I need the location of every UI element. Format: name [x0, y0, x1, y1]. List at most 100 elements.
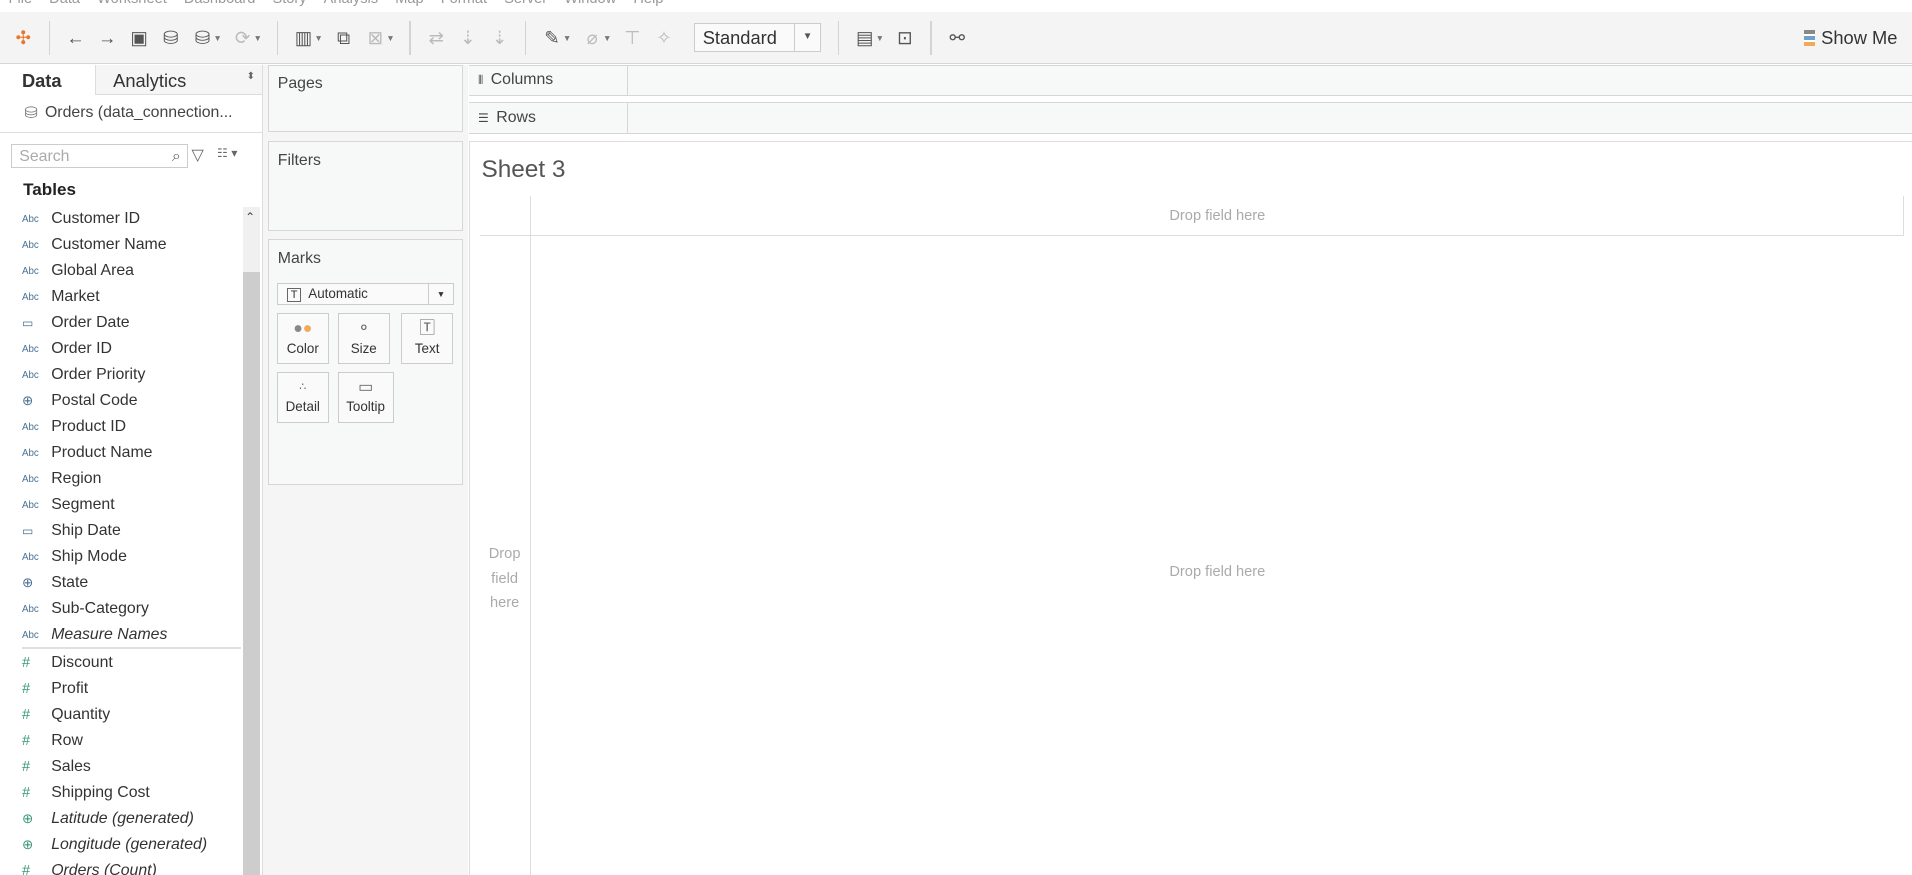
field-item[interactable]: Abc Measure Names [22, 623, 241, 647]
labels-icon[interactable]: ⊤ [616, 22, 648, 54]
field-item[interactable]: # Sales [22, 755, 241, 779]
updown-icon: ⬍ [246, 70, 255, 82]
scroll-up-icon[interactable]: ⌃ [245, 210, 255, 224]
text-button[interactable]: 🅃 Text [400, 313, 454, 365]
mark-type-dropdown[interactable]: T Automatic ▼ [276, 282, 455, 306]
abc-icon: Abc [21, 213, 39, 225]
field-item[interactable]: Abc Customer Name [22, 233, 241, 257]
field-item[interactable]: ⊕ Longitude (generated) [22, 833, 241, 857]
field-item[interactable]: Abc Region [22, 467, 241, 491]
scrollbar-thumb[interactable] [242, 271, 260, 875]
search-placeholder: Search [19, 147, 70, 165]
data-source[interactable]: ⛁ Orders (data_connection... [0, 95, 263, 133]
field-name: Latitude (generated) [51, 810, 194, 828]
columns-shelf[interactable]: ⦀ Columns [469, 64, 1912, 96]
field-item[interactable]: # Quantity [22, 703, 241, 727]
field-item[interactable]: # Row [22, 729, 241, 753]
menu-map[interactable]: Map [395, 0, 423, 12]
save-icon[interactable]: ▣ [123, 22, 155, 54]
menu-file[interactable]: File [9, 0, 33, 12]
field-item[interactable]: ⊕ Latitude (generated) [22, 807, 241, 831]
field-name: Measure Names [51, 626, 168, 644]
rows-shelf[interactable]: ☰ Rows [469, 102, 1912, 134]
search-input[interactable]: Search ⌕ [10, 143, 188, 169]
new-data-source-icon[interactable]: ⛁ [155, 22, 187, 54]
tab-analytics[interactable]: Analytics ⬍ [95, 64, 263, 96]
size-button[interactable]: ⚬ Size [337, 313, 390, 365]
show-me-button[interactable]: Show Me [1804, 12, 1897, 63]
field-name: Region [51, 470, 102, 488]
field-item[interactable]: Abc Order Priority [22, 363, 241, 387]
share-icon[interactable]: ⚯ [941, 22, 973, 54]
field-item[interactable]: Abc Sub-Category [22, 597, 241, 621]
filters-card[interactable]: Filters [268, 141, 463, 232]
field-item[interactable]: # Orders (Count) [22, 859, 241, 875]
database-icon: ⛁ [24, 105, 38, 123]
field-item[interactable]: Abc Order ID [22, 337, 241, 361]
pin-icon[interactable]: ✧ [648, 22, 680, 54]
abc-icon: Abc [21, 239, 39, 251]
text-label: Text [414, 340, 440, 356]
field-name: Profit [51, 680, 89, 698]
field-name: Sales [51, 758, 91, 776]
show-me-icon [1804, 29, 1816, 46]
field-item[interactable]: Abc Customer ID [22, 207, 241, 231]
color-button[interactable]: ●● Color [276, 313, 329, 365]
field-item[interactable]: Abc Market [22, 285, 241, 309]
menu-analysis[interactable]: Analysis [324, 0, 378, 12]
menu-dashboard[interactable]: Dashboard [184, 0, 256, 12]
sort-ascending-icon[interactable]: ⇣ [452, 22, 484, 54]
field-item[interactable]: Abc Ship Mode [22, 545, 241, 569]
date-icon: ▭ [21, 524, 34, 539]
tooltip-button[interactable]: ▭ Tooltip [337, 371, 394, 423]
scrollbar[interactable]: ⌃ [242, 207, 260, 875]
rows-drop-zone[interactable]: Drop field here [480, 542, 529, 615]
toolbar: ✣ ← → ▣ ⛁ ⛁ ▼ ⟳ ▼ ▥ ▼ ⧉ ⊠ ▼ ⇄ ⇣ ⇣ ✎ ▼ ⌀ ▼ ⊤ ✧ … [0, 12, 1912, 65]
undo-icon[interactable]: ← [60, 22, 92, 54]
menu-format[interactable]: Format [441, 0, 487, 12]
filter-icon[interactable]: ▽ [191, 145, 203, 165]
menu-story[interactable]: Story [272, 0, 306, 12]
filters-title: Filters [277, 152, 321, 170]
tab-data[interactable]: Data [0, 65, 95, 95]
fit-dropdown[interactable]: Standard ▼ [694, 23, 821, 53]
sort-descending-icon[interactable]: ⇣ [484, 22, 516, 54]
number-icon: # [21, 655, 31, 672]
tooltip-label: Tooltip [346, 399, 385, 415]
tableau-window: File Data Worksheet Dashboard Story Analysis M… [0, 0, 1912, 875]
detail-button[interactable]: ∴ Detail [276, 371, 329, 423]
field-item[interactable]: Abc Product Name [22, 441, 241, 465]
field-name: Ship Mode [51, 548, 127, 566]
redo-icon[interactable]: → [91, 22, 123, 54]
menu-window[interactable]: Window [564, 0, 616, 12]
menu-worksheet[interactable]: Worksheet [97, 0, 167, 12]
field-item[interactable]: Abc Global Area [22, 259, 241, 283]
presentation-mode-icon[interactable]: ⊡ [889, 22, 921, 54]
field-item[interactable]: # Profit [22, 677, 241, 701]
menu-bar: File Data Worksheet Dashboard Story Analysis M… [0, 0, 1912, 13]
swap-icon[interactable]: ⇄ [420, 22, 452, 54]
menu-data[interactable]: Data [49, 0, 80, 12]
field-item[interactable]: Abc Segment [22, 493, 241, 517]
detail-icon: ∴ [299, 380, 307, 393]
field-item[interactable]: Abc Product ID [22, 415, 241, 439]
abc-icon: Abc [21, 629, 39, 641]
view-drop-zone[interactable]: Drop field here [531, 564, 1903, 580]
view-options-icon[interactable]: ☷ ▾ [217, 146, 237, 160]
field-item[interactable]: # Discount [22, 651, 241, 675]
field-item[interactable]: ▭ Ship Date [22, 519, 241, 543]
duplicate-sheet-icon[interactable]: ⧉ [328, 22, 360, 54]
sheet-title[interactable]: Sheet 3 [481, 156, 565, 184]
field-name: Customer Name [51, 236, 167, 254]
field-item[interactable]: ⊕ Postal Code [22, 389, 241, 413]
menu-help[interactable]: Help [633, 0, 663, 12]
field-item[interactable]: ⊕ State [22, 571, 241, 595]
tableau-logo-icon[interactable]: ✣ [7, 22, 39, 54]
text-mark-icon: T [287, 287, 301, 302]
field-item[interactable]: # Shipping Cost [22, 781, 241, 805]
menu-server[interactable]: Server [504, 0, 547, 12]
pages-card[interactable]: Pages [268, 64, 463, 133]
field-name: Order Date [51, 314, 130, 332]
field-item[interactable]: ▭ Order Date [22, 311, 241, 335]
columns-drop-zone[interactable]: Drop field here [531, 208, 1903, 224]
